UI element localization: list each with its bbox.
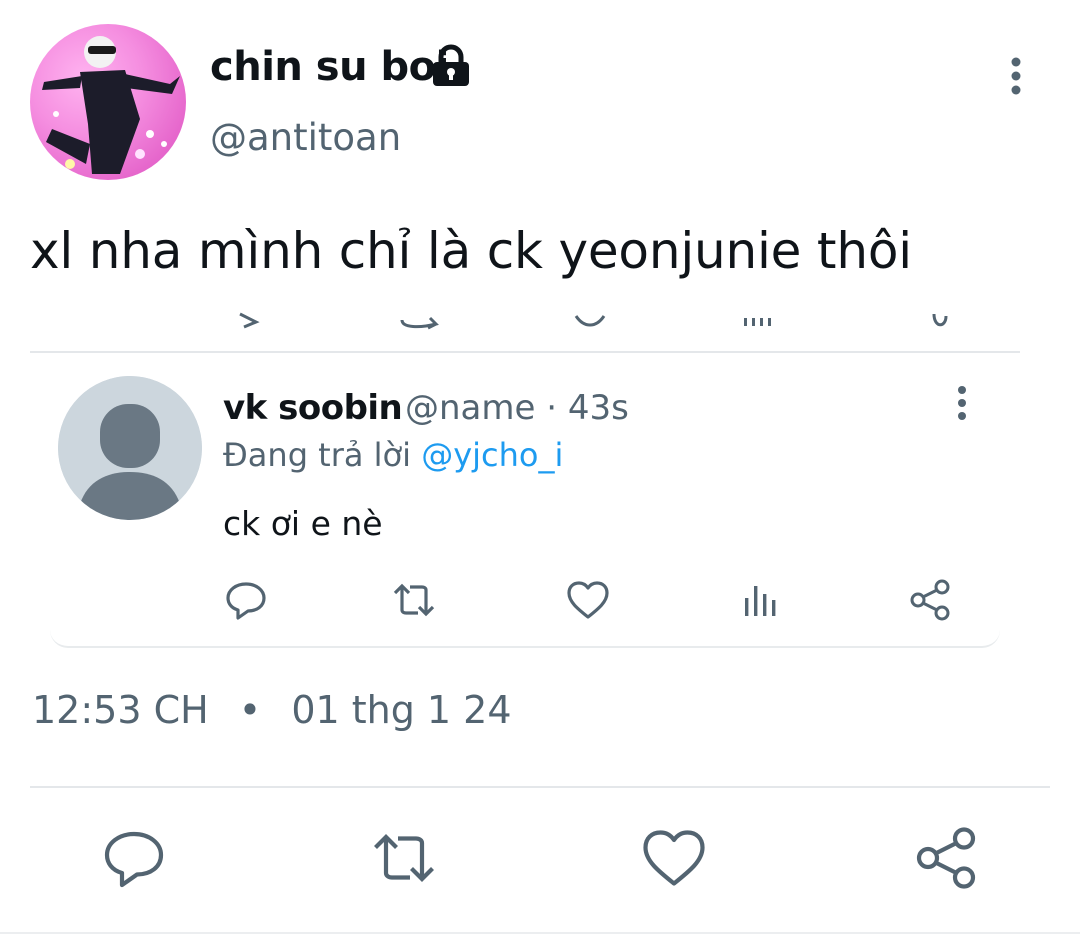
author-display-name[interactable]: chin su boi xyxy=(210,44,449,90)
author-avatar[interactable] xyxy=(30,24,186,180)
tweet-timestamp[interactable]: 12:53 CH • 01 thg 1 24 xyxy=(32,688,512,732)
cropped-action-row xyxy=(0,300,1080,330)
tweet-text: xl nha mình chỉ là ck yeonjunie thôi xyxy=(30,222,912,280)
quoted-action-bar xyxy=(50,576,1000,628)
more-vertical-icon[interactable] xyxy=(1000,54,1032,98)
reply-icon[interactable] xyxy=(222,576,270,624)
author-handle[interactable]: @antitoan xyxy=(210,116,401,159)
heart-icon[interactable] xyxy=(564,576,612,624)
actions-divider xyxy=(30,786,1050,788)
replying-to: Đang trả lời @yjcho_i xyxy=(223,436,563,474)
avatar-image xyxy=(42,36,180,174)
analytics-icon[interactable] xyxy=(736,576,784,624)
retweet-icon[interactable] xyxy=(390,576,438,624)
quote-top-divider xyxy=(30,351,1020,353)
reply-mention-link[interactable]: @yjcho_i xyxy=(421,436,563,474)
main-action-bar xyxy=(0,822,1080,902)
tweet-time: 12:53 CH xyxy=(32,688,209,732)
quoted-tweet-text: ck ơi e nè xyxy=(223,504,383,543)
retweet-icon[interactable] xyxy=(368,822,440,894)
quoted-display-name[interactable]: vk soobin xyxy=(223,388,403,428)
share-icon[interactable] xyxy=(906,576,954,624)
heart-icon[interactable] xyxy=(638,822,710,894)
default-avatar[interactable] xyxy=(58,376,202,520)
share-icon[interactable] xyxy=(910,822,982,894)
replying-to-label: Đang trả lời xyxy=(223,436,412,474)
lock-icon xyxy=(430,44,472,88)
quoted-tweet[interactable]: vk soobin @name · 43s Đang trả lời @yjch… xyxy=(50,368,1000,648)
bottom-divider xyxy=(0,932,1080,934)
timestamp-separator: • xyxy=(238,688,262,732)
quoted-handle-and-time: @name · 43s xyxy=(405,388,629,428)
more-vertical-icon[interactable] xyxy=(946,384,978,424)
reply-icon[interactable] xyxy=(98,822,170,894)
tweet-date: 01 thg 1 24 xyxy=(291,688,512,732)
